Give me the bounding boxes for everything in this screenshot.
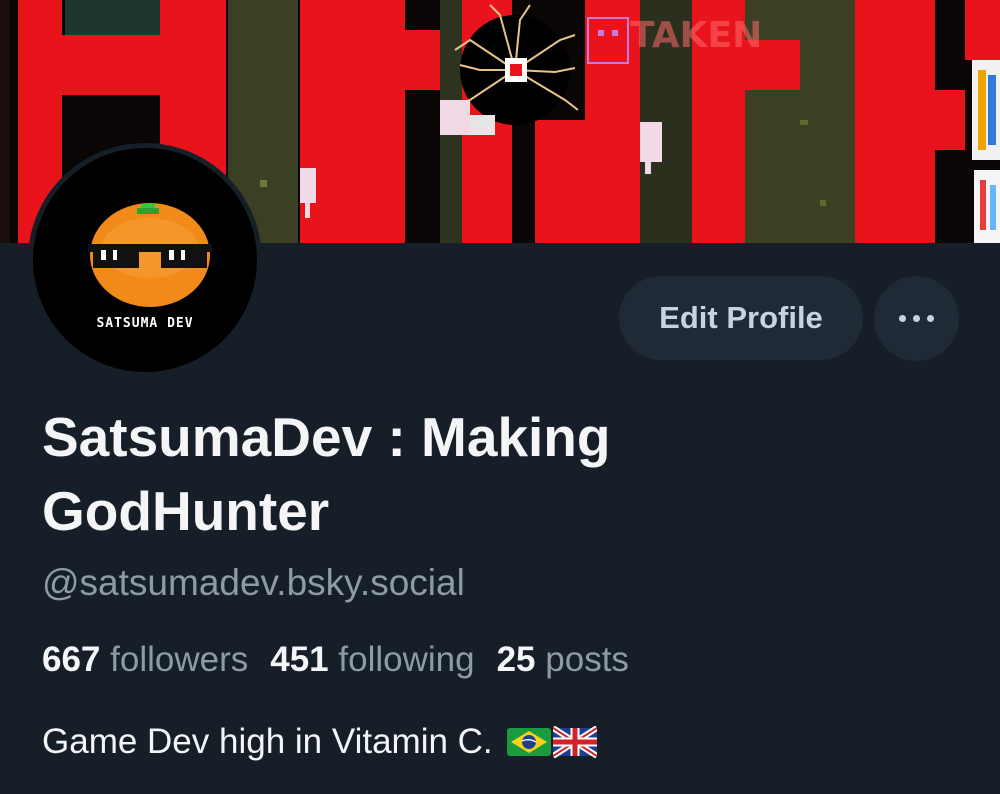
avatar-image: SATSUMA DEV — [33, 148, 257, 372]
following-label: following — [338, 640, 475, 679]
following-count: 451 — [270, 640, 329, 679]
satsuma-logo-icon — [88, 203, 212, 307]
bio-flags — [506, 726, 597, 758]
posts-count: 25 — [496, 640, 536, 679]
profile-stats: 667 followers 451 following 25 posts — [42, 640, 651, 680]
banner-watermark: TAKEN — [630, 15, 762, 56]
posts-stat: 25 posts — [497, 640, 629, 680]
profile-handle: @satsumadev.bsky.social — [42, 562, 465, 603]
edit-profile-button[interactable]: Edit Profile — [619, 276, 863, 360]
uk-flag-icon — [552, 726, 597, 758]
brazil-flag-icon — [506, 728, 551, 756]
display-name: SatsumaDev : Making GodHunter — [42, 406, 611, 542]
avatar[interactable]: SATSUMA DEV — [28, 143, 262, 377]
followers-count: 667 — [42, 640, 101, 679]
ellipsis-horizontal-icon — [899, 315, 934, 322]
followers-stat[interactable]: 667 followers — [42, 640, 248, 680]
profile-page: TAKEN SATSUMA DEV Edit Profile SatsumaDe… — [0, 0, 1000, 794]
avatar-caption: SATSUMA DEV — [96, 316, 194, 331]
posts-label: posts — [545, 640, 629, 679]
bio-text: Game Dev high in Vitamin C. — [42, 722, 493, 761]
profile-bio: Game Dev high in Vitamin C. — [42, 722, 597, 762]
following-stat[interactable]: 451 following — [270, 640, 474, 680]
more-options-button[interactable] — [874, 276, 959, 361]
followers-label: followers — [110, 640, 249, 679]
